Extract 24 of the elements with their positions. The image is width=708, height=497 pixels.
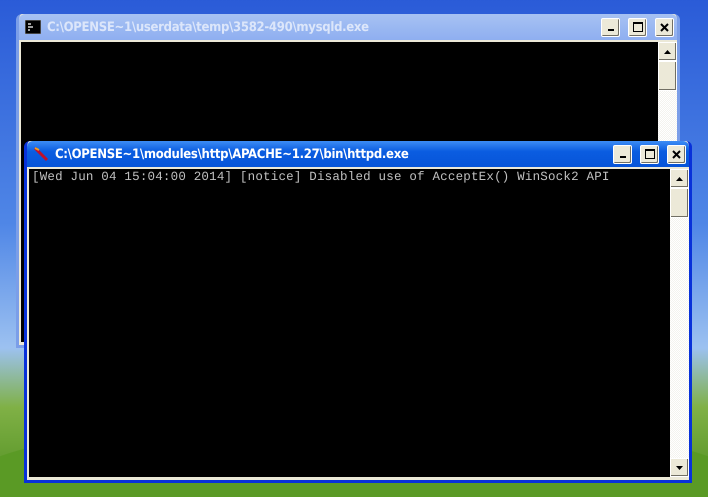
close-icon xyxy=(660,22,669,32)
up-arrow-icon xyxy=(676,176,683,180)
minimize-button[interactable] xyxy=(613,144,632,164)
window-title: C:\OPENSE~1\modules\http\APACHE~1.27\bin\httpd.exe xyxy=(55,146,410,162)
maximize-button[interactable] xyxy=(640,144,659,164)
scroll-up-button[interactable] xyxy=(670,169,689,188)
close-icon xyxy=(672,150,681,158)
down-arrow-icon xyxy=(676,466,683,470)
maximize-button[interactable] xyxy=(628,18,647,36)
close-button[interactable] xyxy=(655,18,674,36)
up-arrow-icon xyxy=(664,50,671,54)
feather-icon xyxy=(33,146,49,162)
maximize-icon xyxy=(632,22,642,32)
log-line: [Wed Jun 04 15:04:00 2014] [notice] Disabled use of AcceptEx() WinSock2 API xyxy=(32,170,611,184)
minimize-button[interactable] xyxy=(601,18,620,36)
close-button[interactable] xyxy=(667,144,686,164)
scroll-down-button[interactable] xyxy=(670,458,689,477)
scrollbar[interactable] xyxy=(670,169,689,477)
console-icon xyxy=(25,20,41,34)
window-title: C:\OPENSE~1\userdata\temp\3582-490\mysqld.exe xyxy=(47,20,370,34)
scroll-thumb[interactable] xyxy=(670,188,689,218)
scroll-thumb[interactable] xyxy=(658,61,677,91)
maximize-icon xyxy=(644,149,654,159)
scroll-up-button[interactable] xyxy=(658,42,677,61)
